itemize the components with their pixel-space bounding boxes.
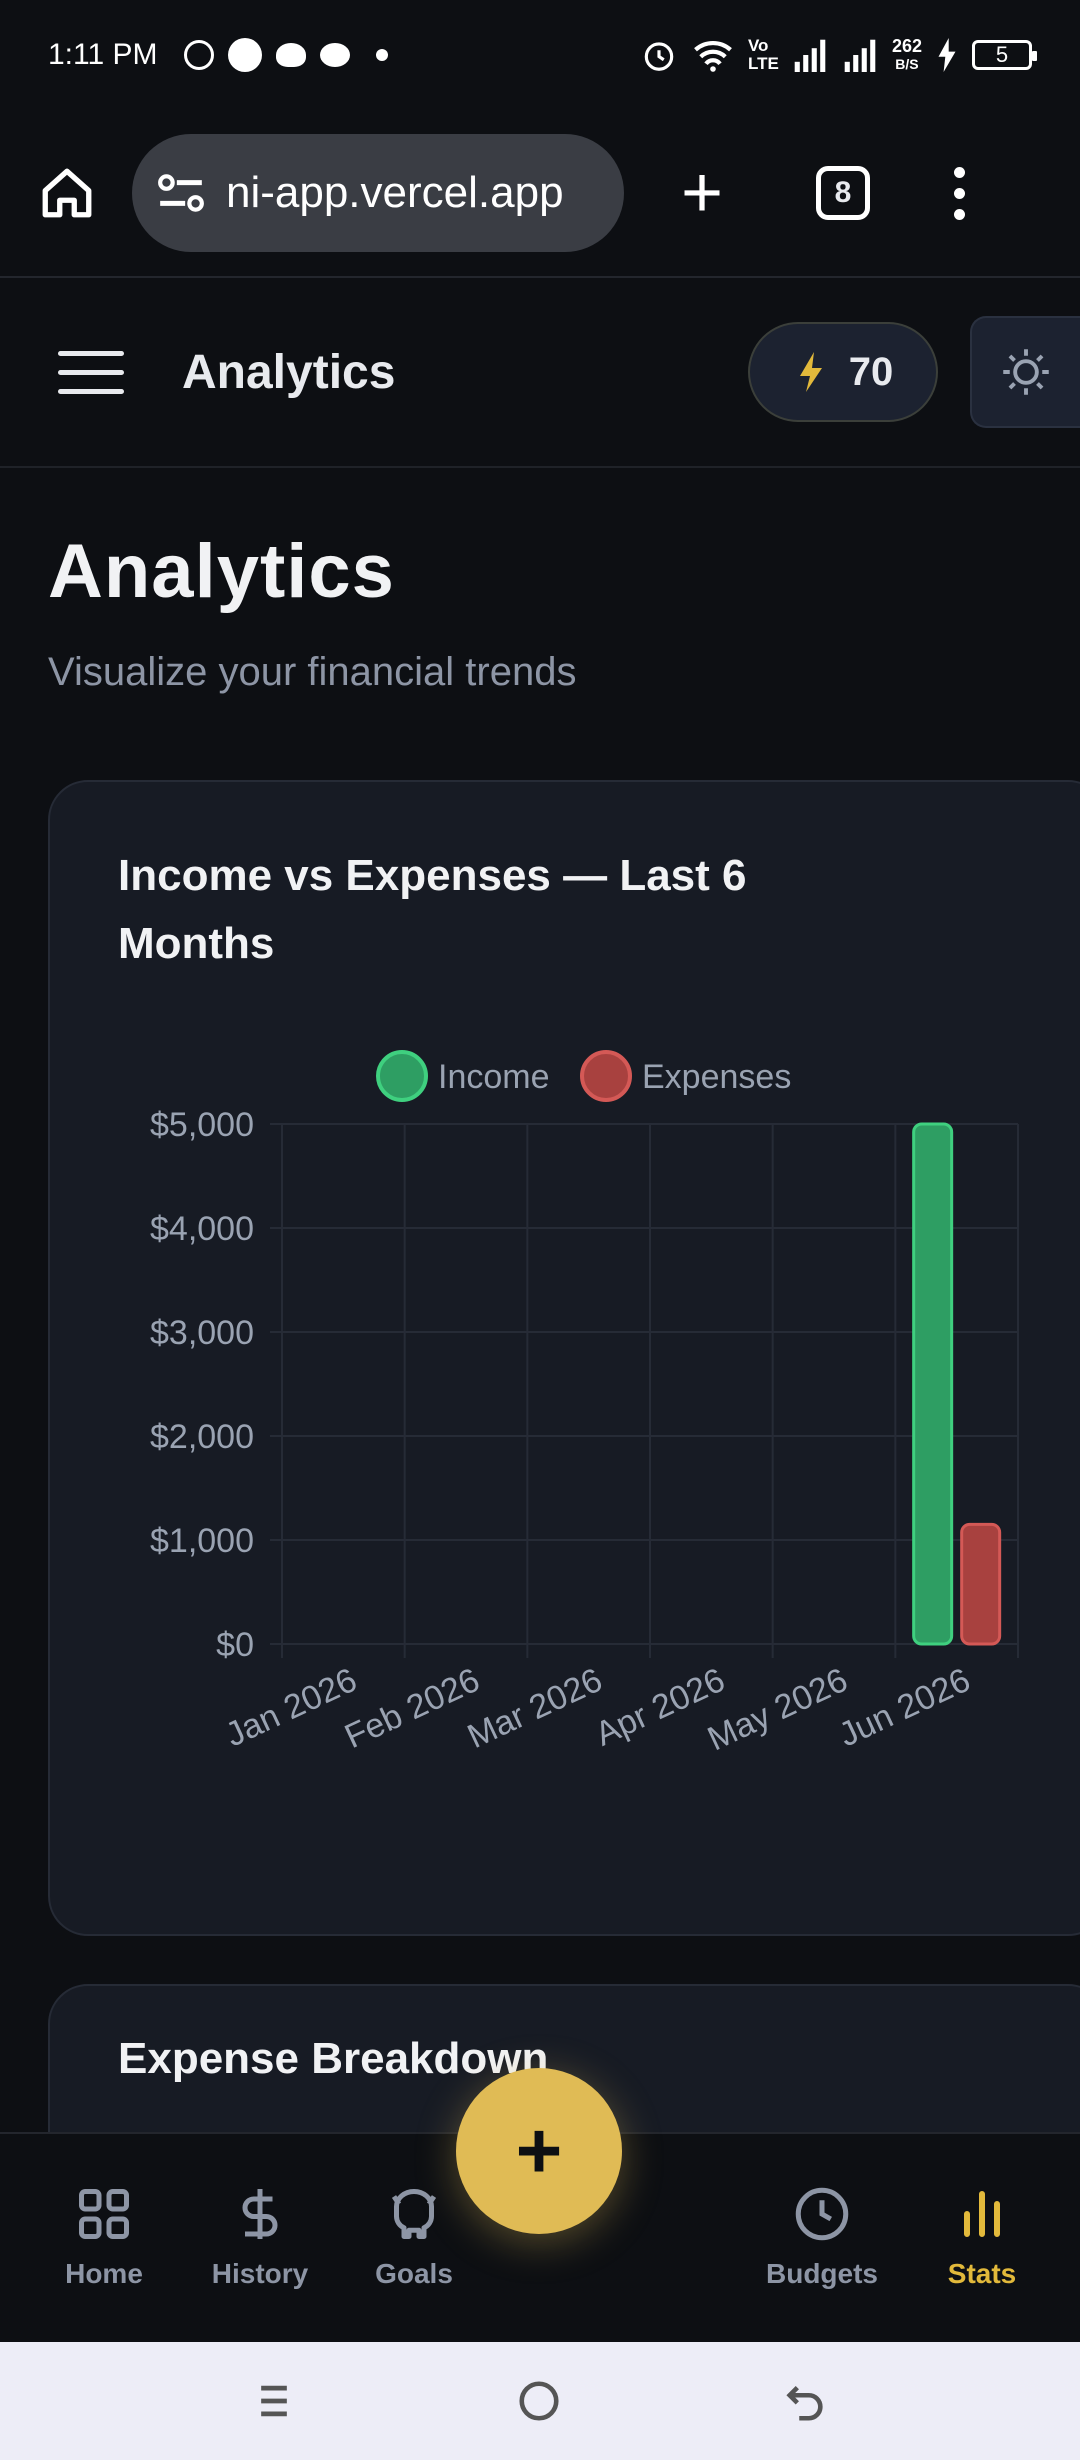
income-expenses-card: Income vs Expenses — Last 6 Months $0 $1,… <box>48 780 1080 1936</box>
points-badge[interactable]: 70 <box>748 322 938 422</box>
back-icon[interactable] <box>782 2378 828 2424</box>
legend-label: Income <box>438 1058 550 1096</box>
nav-label: Goals <box>375 2258 453 2289</box>
page-subtitle: Visualize your financial trends <box>48 650 577 694</box>
nav-label: Home <box>65 2258 143 2289</box>
nav-label: Budgets <box>766 2258 878 2289</box>
dollar-icon <box>242 2189 278 2239</box>
url-bar[interactable]: ni-app.vercel.app <box>132 134 624 252</box>
network-speed-value: 262 <box>891 36 922 56</box>
points-value: 70 <box>848 349 894 394</box>
network-speed-unit: B/S <box>895 56 919 72</box>
page-title: Analytics <box>48 529 395 614</box>
add-transaction-button[interactable]: + <box>456 2068 622 2234</box>
android-nav-bar <box>0 2342 1080 2460</box>
chat-icon <box>319 43 350 67</box>
site-settings-icon[interactable] <box>156 171 206 215</box>
header-title: Analytics <box>182 345 396 399</box>
home-icon[interactable] <box>38 164 96 222</box>
nav-history[interactable]: History <box>190 2184 330 2290</box>
battery-indicator: 5 <box>972 40 1037 70</box>
browser-menu-icon[interactable] <box>954 166 965 220</box>
x-tick-label: May 2026 <box>702 1661 853 1759</box>
x-tick-label: Mar 2026 <box>462 1661 608 1756</box>
y-tick-label: $1,000 <box>150 1522 254 1560</box>
nav-goals[interactable]: Goals <box>344 2184 484 2290</box>
nav-stats[interactable]: Stats <box>912 2184 1052 2290</box>
theme-toggle-button[interactable] <box>970 316 1080 428</box>
url-text: ni-app.vercel.app <box>226 168 564 217</box>
x-tick-label: Jan 2026 <box>220 1661 363 1755</box>
status-time: 1:11 PM <box>48 38 158 71</box>
new-tab-icon[interactable]: + <box>672 157 732 229</box>
sun-icon <box>1003 349 1049 395</box>
volte-label: Vo LTE <box>747 36 779 73</box>
notification-icons <box>183 38 388 72</box>
y-tick-label: $2,000 <box>150 1418 254 1456</box>
bar-chart-icon <box>964 2191 1000 2237</box>
hamburger-menu-icon[interactable] <box>58 350 124 394</box>
status-bar: 1:11 PM Vo LTE 262 B/S 5 <box>0 0 1080 110</box>
alarm-icon <box>644 42 674 71</box>
y-tick-label: $5,000 <box>150 1106 254 1144</box>
bar-expenses <box>960 1522 1002 1646</box>
app-header: Analytics 70 <box>0 278 1080 468</box>
x-tick-label: Jun 2026 <box>833 1661 976 1755</box>
legend-swatch-expenses <box>580 1050 632 1102</box>
browser-toolbar: ni-app.vercel.app + 8 <box>0 110 1080 278</box>
tab-switcher-button[interactable]: 8 <box>816 166 870 220</box>
charging-icon <box>938 38 956 72</box>
nav-home[interactable]: Home <box>34 2184 174 2290</box>
y-tick-label: $3,000 <box>150 1314 254 1352</box>
nav-budgets[interactable]: Budgets <box>752 2184 892 2290</box>
system-icons: Vo LTE 262 B/S 5 <box>640 36 1037 74</box>
nav-label: Stats <box>947 2258 1017 2289</box>
network-speed: 262 B/S <box>892 37 922 73</box>
y-tick-label: $4,000 <box>150 1210 254 1248</box>
income-expenses-chart: $0 $1,000 $2,000 $3,000 $4,000 $5,000 Jan 2026… <box>150 1050 1019 1759</box>
home-circle-icon[interactable] <box>516 2378 562 2424</box>
y-tick-label: $0 <box>216 1626 254 1664</box>
recents-icon[interactable] <box>252 2379 296 2423</box>
expense-breakdown-title: Expense Breakdown <box>118 2034 549 2083</box>
lightning-icon <box>799 352 822 392</box>
reddit-icon <box>275 43 306 67</box>
more-notifications-icon <box>375 49 388 61</box>
bar-income <box>912 1122 954 1646</box>
signal-icon-2 <box>844 39 876 72</box>
clock-icon <box>795 2187 849 2241</box>
wifi-icon <box>694 41 732 72</box>
legend-label: Expenses <box>642 1058 791 1096</box>
grid-icon <box>79 2189 129 2239</box>
legend-swatch-income <box>376 1050 428 1102</box>
whatsapp-icon <box>183 40 214 70</box>
piggy-bank-icon <box>391 2189 437 2239</box>
nav-label: History <box>211 2258 309 2289</box>
signal-icon-1 <box>794 39 826 72</box>
b-app-icon <box>227 38 262 72</box>
x-tick-label: Feb 2026 <box>339 1661 485 1756</box>
